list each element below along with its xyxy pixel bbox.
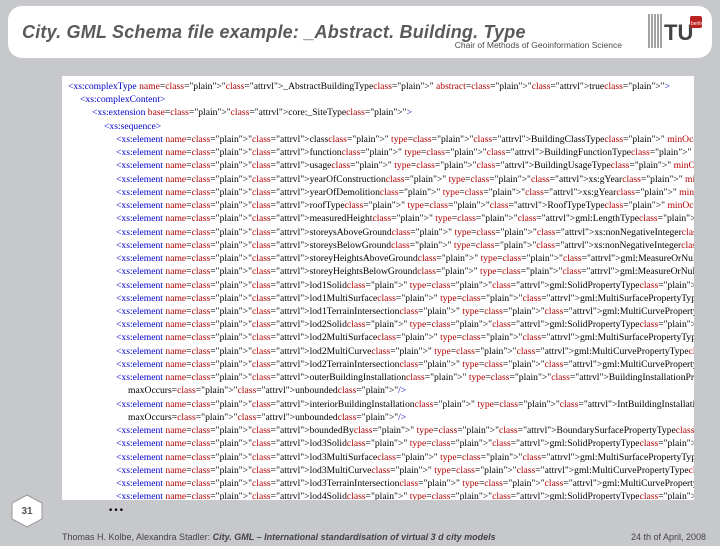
code-line: <xs:element name=class="plain">"class="a… — [68, 212, 688, 225]
code-line: <xs:element name=class="plain">"class="a… — [68, 292, 688, 305]
code-line: <xs:element name=class="plain">"class="a… — [68, 451, 688, 464]
logo-tu-text: TU — [664, 20, 693, 45]
code-line: <xs:element name=class="plain">"class="a… — [68, 279, 688, 292]
code-line: maxOccurs=class="plain">"class="attrvl">… — [68, 384, 688, 397]
code-line: <xs:element name=class="plain">"class="a… — [68, 173, 688, 186]
code-line: <xs:complexType name=class="plain">"clas… — [68, 80, 688, 93]
code-line: <xs:sequence> — [68, 120, 688, 133]
ellipsis: … — [108, 498, 126, 516]
tu-berlin-logo: TU berlin — [646, 10, 704, 54]
footer-left: Thomas H. Kolbe, Alexandra Stadler: City… — [62, 532, 496, 542]
code-line: <xs:element name=class="plain">"class="a… — [68, 265, 688, 278]
footer-talk-title: City. GML – International standardisatio… — [213, 532, 496, 542]
footer-authors: Thomas H. Kolbe, Alexandra Stadler: — [62, 532, 213, 542]
code-line: <xs:element name=class="plain">"class="a… — [68, 239, 688, 252]
code-line: <xs:element name=class="plain">"class="a… — [68, 252, 688, 265]
code-line: <xs:element name=class="plain">"class="a… — [68, 318, 688, 331]
code-line: <xs:extension base=class="plain">"class=… — [68, 106, 688, 119]
slide-title: City. GML Schema file example: _Abstract… — [22, 22, 526, 43]
code-line: <xs:element name=class="plain">"class="a… — [68, 358, 688, 371]
code-line: <xs:element name=class="plain">"class="a… — [68, 186, 688, 199]
code-line: <xs:element name=class="plain">"class="a… — [68, 345, 688, 358]
code-line: <xs:element name=class="plain">"class="a… — [68, 199, 688, 212]
code-line: <xs:complexContent> — [68, 93, 688, 106]
slide-number-badge: 31 — [10, 494, 44, 528]
slide-number: 31 — [21, 506, 32, 517]
svg-text:berlin: berlin — [691, 21, 703, 27]
code-line: <xs:element name=class="plain">"class="a… — [68, 371, 688, 384]
code-line: <xs:element name=class="plain">"class="a… — [68, 437, 688, 450]
slide-footer: Thomas H. Kolbe, Alexandra Stadler: City… — [62, 532, 706, 542]
slide-header: City. GML Schema file example: _Abstract… — [8, 6, 712, 58]
code-line: <xs:element name=class="plain">"class="a… — [68, 477, 688, 490]
code-line: <xs:element name=class="plain">"class="a… — [68, 464, 688, 477]
code-line: <xs:element name=class="plain">"class="a… — [68, 424, 688, 437]
code-line: maxOccurs=class="plain">"class="attrvl">… — [68, 411, 688, 424]
footer-date: 24 th of April, 2008 — [631, 532, 706, 542]
code-line: <xs:element name=class="plain">"class="a… — [68, 305, 688, 318]
code-line: <xs:element name=class="plain">"class="a… — [68, 133, 688, 146]
code-line: <xs:element name=class="plain">"class="a… — [68, 398, 688, 411]
code-line: <xs:element name=class="plain">"class="a… — [68, 226, 688, 239]
code-line: <xs:element name=class="plain">"class="a… — [68, 146, 688, 159]
code-line: <xs:element name=class="plain">"class="a… — [68, 490, 688, 500]
code-line: <xs:element name=class="plain">"class="a… — [68, 331, 688, 344]
code-line: <xs:element name=class="plain">"class="a… — [68, 159, 688, 172]
chair-label: Chair of Methods of Geoinformation Scien… — [455, 40, 622, 50]
xml-code-block: <xs:complexType name=class="plain">"clas… — [62, 76, 694, 500]
